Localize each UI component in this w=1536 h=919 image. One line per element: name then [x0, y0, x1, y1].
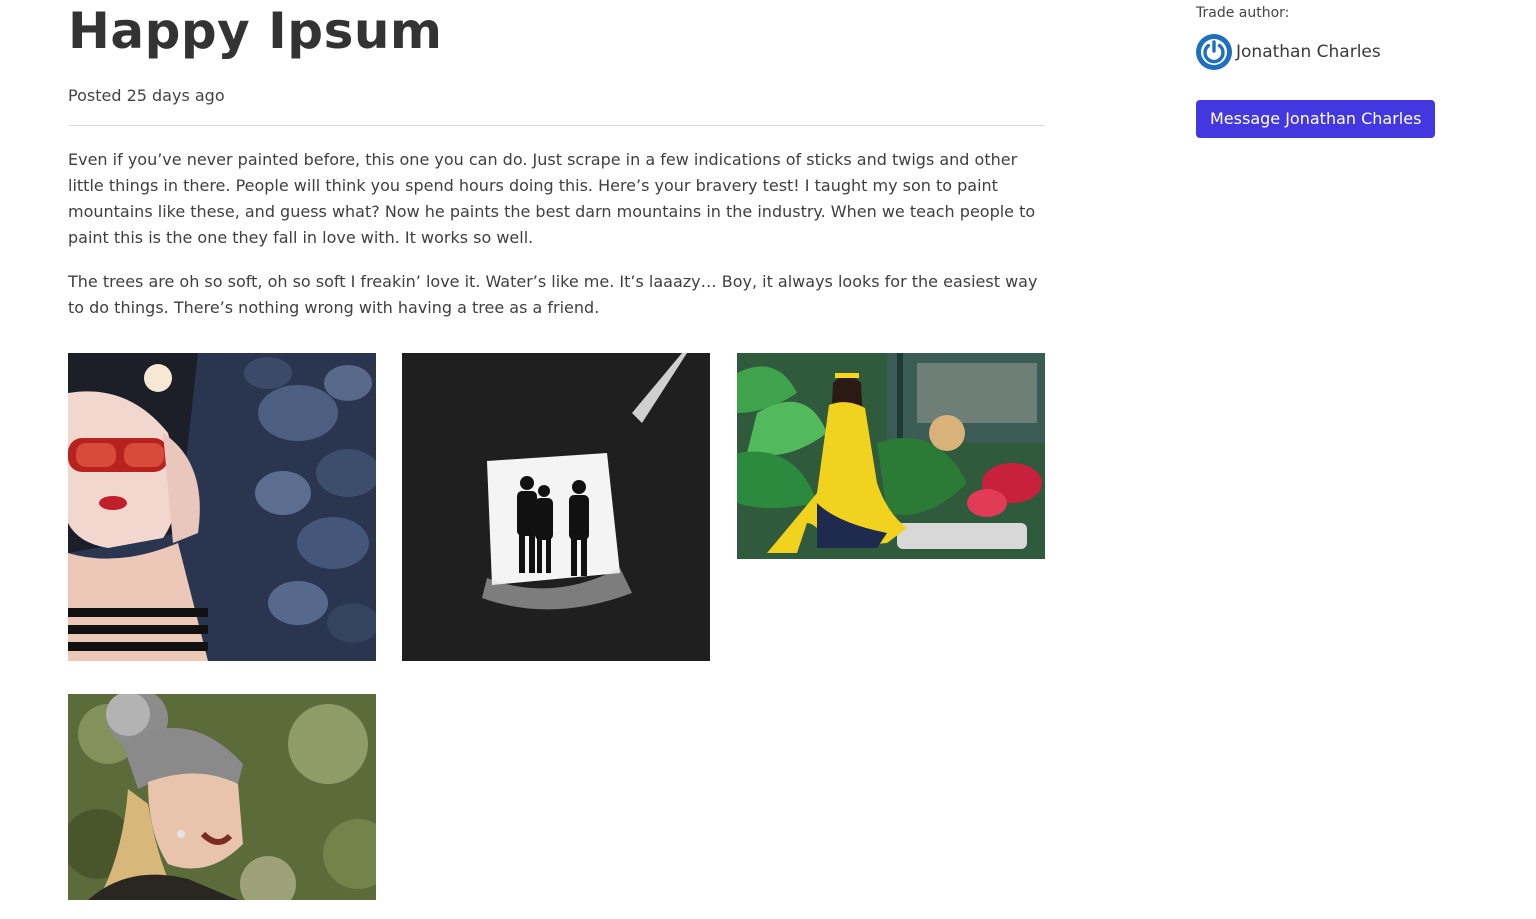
photo-woman-yellow-dress[interactable]: [737, 353, 1045, 559]
author-row[interactable]: Jonathan Charles: [1196, 34, 1496, 70]
author-name[interactable]: Jonathan Charles: [1236, 42, 1381, 62]
photo-woman-knit-hat[interactable]: [68, 694, 376, 900]
posted-date: Posted 25 days ago: [68, 86, 225, 105]
photo-tunnel-silhouettes[interactable]: [402, 353, 710, 661]
sidebar: Trade author: Jonathan Charles Message J…: [1196, 0, 1496, 138]
post-title: Happy Ipsum: [68, 2, 443, 60]
author-label: Trade author:: [1196, 5, 1290, 21]
post-paragraph: The trees are oh so soft, oh so soft I f…: [68, 272, 1038, 317]
power-icon: [1196, 34, 1232, 70]
post-paragraph: Even if you’ve never painted before, thi…: [68, 150, 1036, 247]
photo-woman-sunglasses-stones[interactable]: [68, 353, 376, 661]
divider: [68, 125, 1045, 126]
post-main: Happy Ipsum Posted 25 days ago Even if y…: [68, 0, 1045, 321]
message-author-button[interactable]: Message Jonathan Charles: [1196, 100, 1436, 138]
